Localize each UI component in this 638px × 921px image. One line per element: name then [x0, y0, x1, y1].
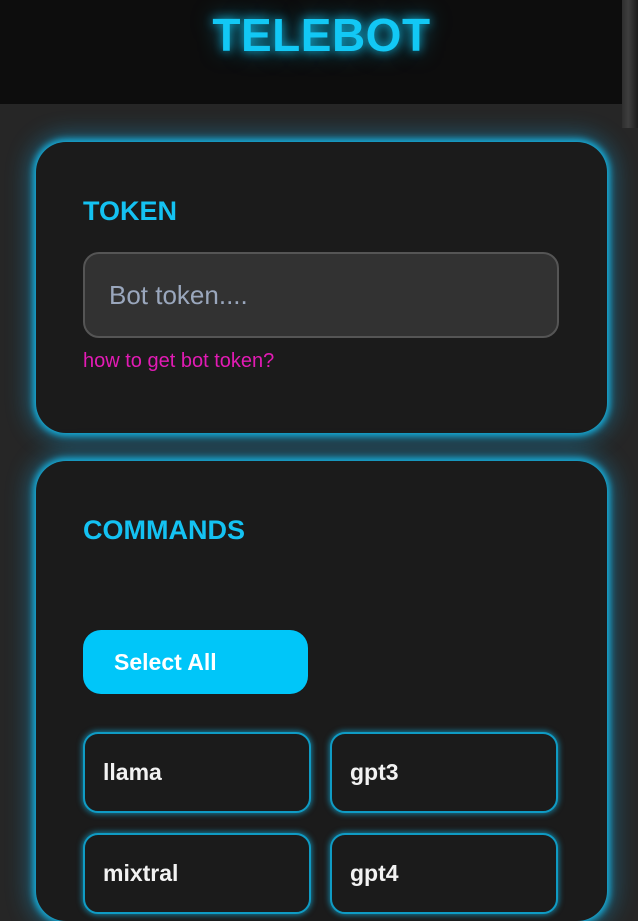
commands-card: COMMANDS Select All llama gpt3 mixtral g… — [36, 461, 607, 921]
command-option-gpt4[interactable]: gpt4 — [330, 833, 558, 914]
commands-section-title: COMMANDS — [83, 515, 245, 545]
how-to-get-token-link[interactable]: how to get bot token? — [83, 350, 274, 373]
token-card: TOKEN how to get bot token? — [36, 142, 607, 433]
bot-token-input[interactable] — [83, 252, 559, 338]
command-option-llama[interactable]: llama — [83, 732, 311, 813]
background-image-edge — [622, 0, 638, 128]
app-header: TELEBOT — [0, 0, 638, 104]
command-option-mixtral[interactable]: mixtral — [83, 833, 311, 914]
select-all-button[interactable]: Select All — [83, 630, 308, 694]
app-title: TELEBOT — [212, 9, 431, 61]
command-option-gpt3[interactable]: gpt3 — [330, 732, 558, 813]
token-section-title: TOKEN — [83, 196, 178, 226]
